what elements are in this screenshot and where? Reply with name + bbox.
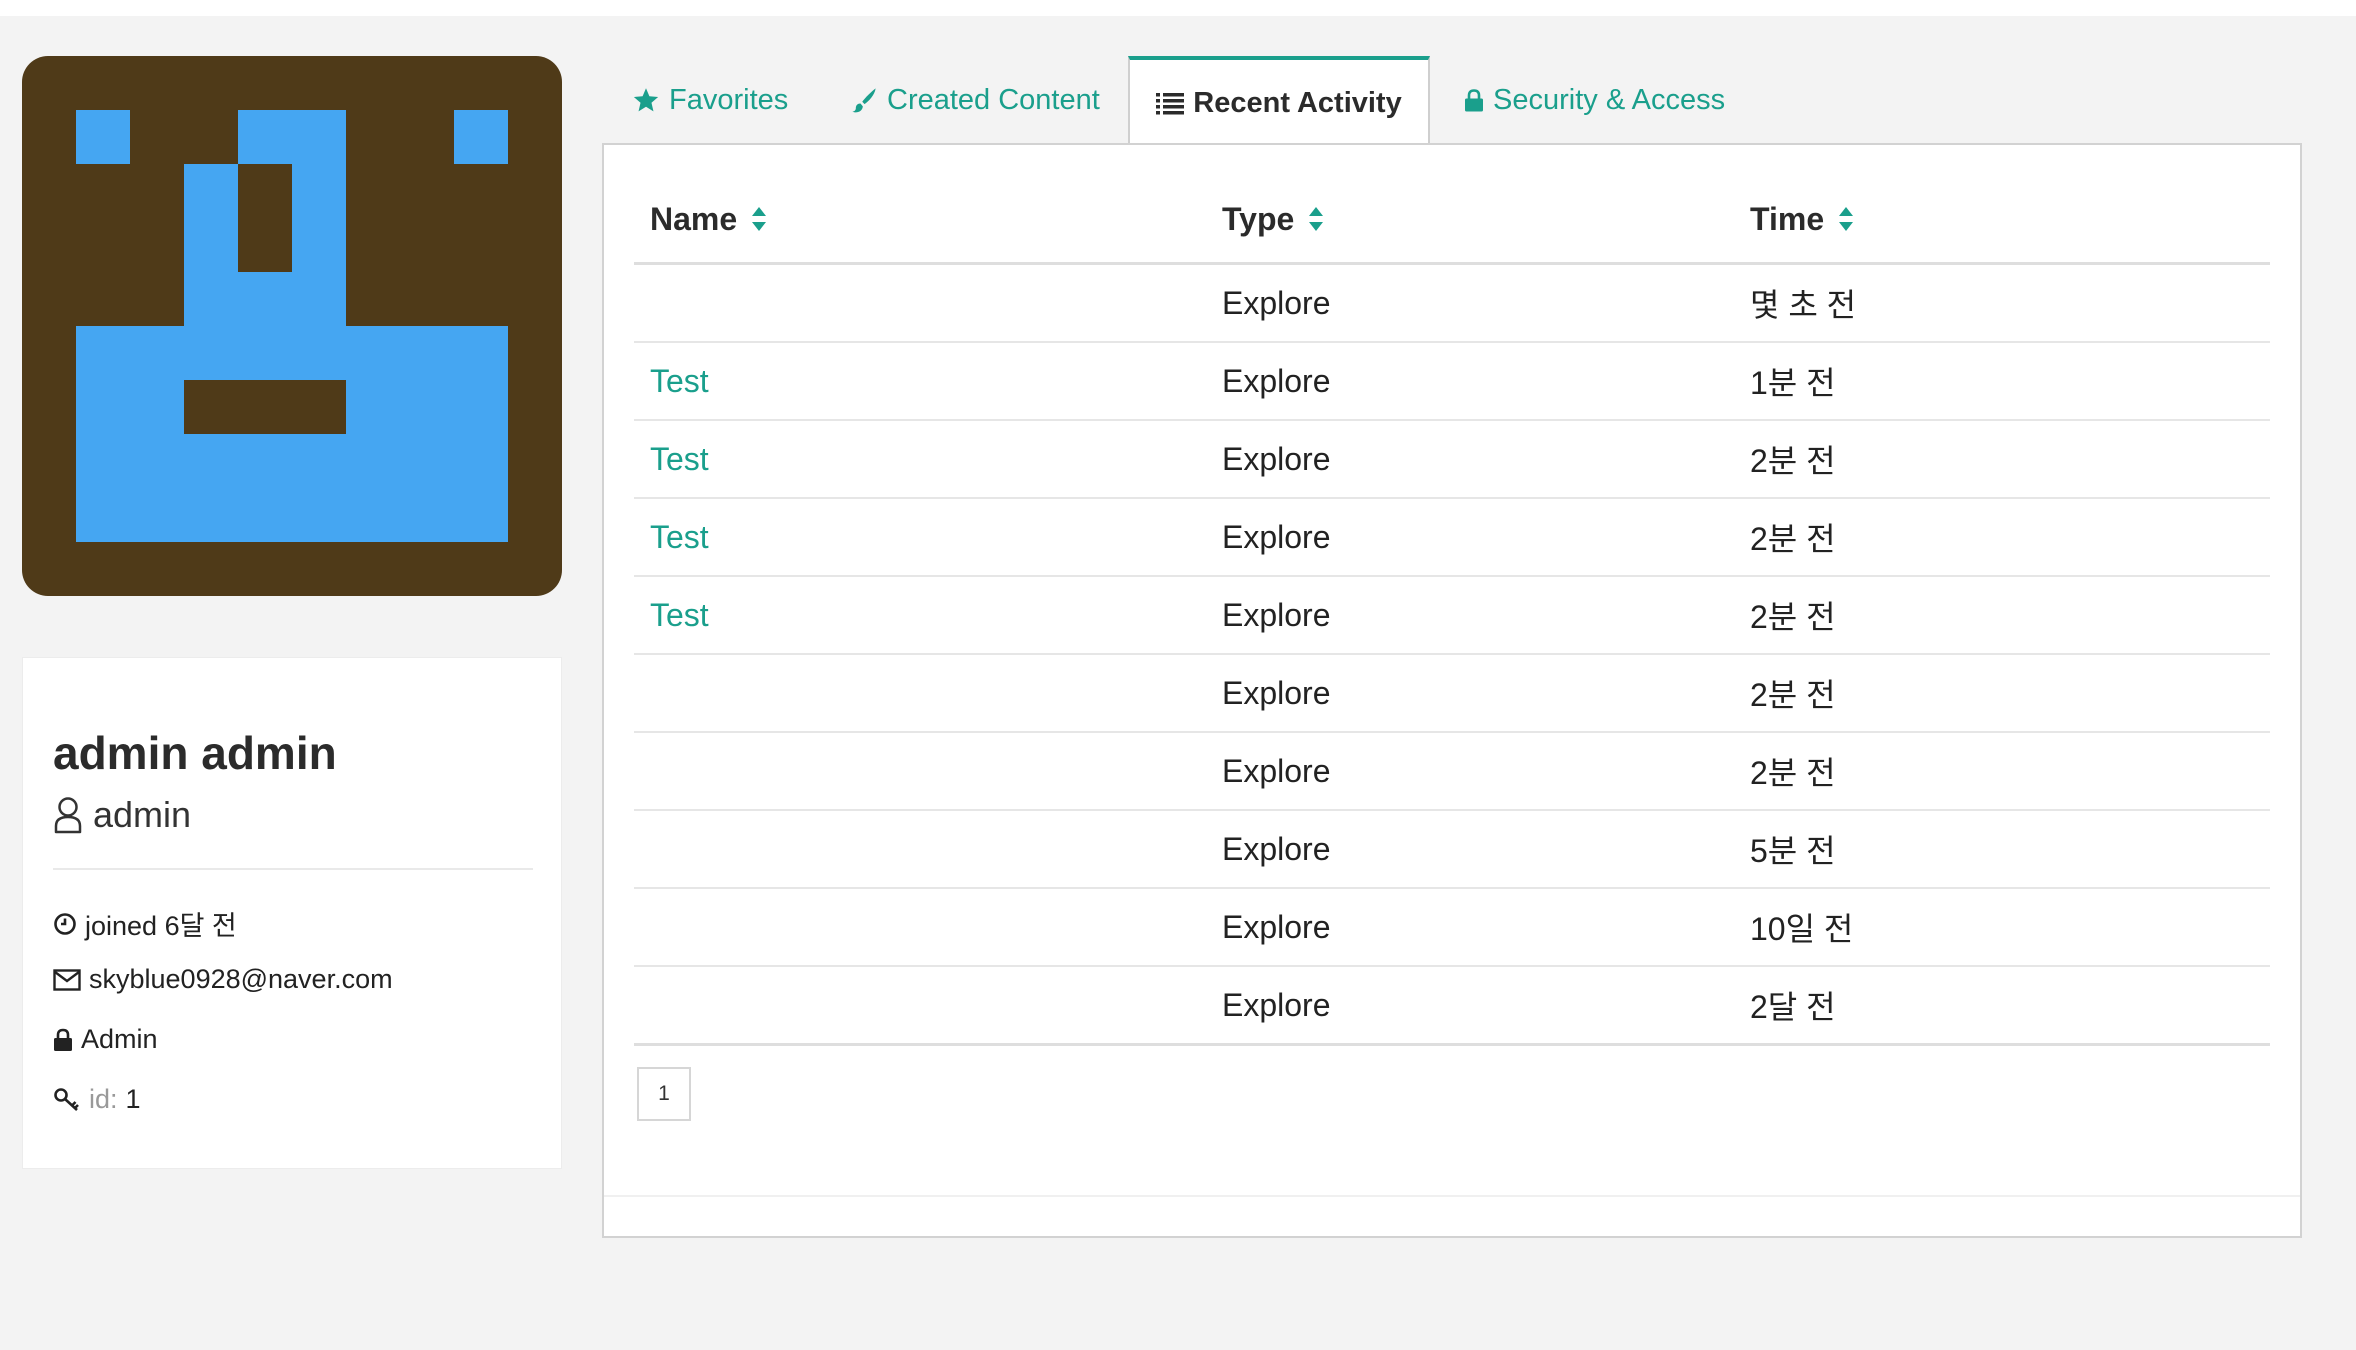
email-line: skyblue0928@naver.com	[53, 964, 393, 995]
id-value: 1	[125, 1084, 141, 1114]
activity-time: 10일 전	[1734, 888, 2270, 967]
star-icon	[633, 87, 659, 111]
activity-name-link[interactable]	[634, 654, 1206, 733]
activity-type: Explore	[1206, 342, 1734, 421]
activity-name-link[interactable]: Test	[634, 576, 1206, 655]
pagination-page-1[interactable]: 1	[637, 1067, 691, 1121]
id-label: id:	[89, 1084, 118, 1114]
activity-name-link[interactable]	[634, 888, 1206, 967]
activity-time: 1분 전	[1734, 342, 2270, 421]
joined-text: joined 6달 전	[85, 911, 237, 941]
tab-security-access[interactable]: Security & Access	[1464, 56, 1725, 144]
profile-username: admin	[53, 794, 191, 836]
column-header-time[interactable]: Time	[1734, 179, 2270, 265]
recent-activity-panel: Name Type Time Explore 몇 초 전 Test Explor…	[602, 143, 2302, 1238]
activity-name-link[interactable]	[634, 263, 1206, 343]
table-row: Test Explore 2분 전	[634, 420, 2270, 499]
profile-card: admin admin admin joined 6달 전 skyblue092…	[22, 657, 562, 1169]
tab-favorites[interactable]: Favorites	[632, 56, 788, 144]
activity-table: Name Type Time Explore 몇 초 전 Test Explor…	[634, 179, 2270, 1046]
table-row: Test Explore 1분 전	[634, 342, 2270, 421]
id-line: id: 1	[53, 1084, 141, 1115]
table-row: Explore 5분 전	[634, 810, 2270, 889]
activity-time: 5분 전	[1734, 810, 2270, 889]
table-row: Explore 2달 전	[634, 966, 2270, 1046]
activity-type: Explore	[1206, 263, 1734, 343]
activity-type: Explore	[1206, 420, 1734, 499]
activity-time: 2분 전	[1734, 576, 2270, 655]
activity-type: Explore	[1206, 888, 1734, 967]
table-row: Test Explore 2분 전	[634, 576, 2270, 655]
lock-icon	[1465, 88, 1483, 111]
tab-label: Security & Access	[1493, 83, 1726, 116]
table-row: Explore 10일 전	[634, 888, 2270, 967]
column-header-label: Name	[650, 200, 738, 237]
panel-footer-divider	[604, 1195, 2300, 1197]
profile-username-text: admin	[93, 794, 192, 835]
profile-name: admin admin	[53, 727, 337, 779]
table-header-row: Name Type Time	[634, 179, 2270, 265]
email-text: skyblue0928@naver.com	[89, 964, 393, 994]
clock-icon	[54, 912, 76, 935]
table-row: Explore 몇 초 전	[634, 263, 2270, 343]
list-icon	[1156, 93, 1185, 115]
activity-name-link[interactable]: Test	[634, 342, 1206, 421]
key-icon	[54, 1087, 79, 1111]
joined-line: joined 6달 전	[53, 904, 237, 943]
tab-recent-activity[interactable]: Recent Activity	[1128, 56, 1430, 146]
tab-label: Created Content	[887, 83, 1100, 116]
activity-type: Explore	[1206, 810, 1734, 889]
activity-type: Explore	[1206, 732, 1734, 811]
activity-name-link[interactable]	[634, 810, 1206, 889]
activity-type: Explore	[1206, 966, 1734, 1046]
activity-time: 2분 전	[1734, 654, 2270, 733]
table-row: Explore 2분 전	[634, 654, 2270, 733]
column-header-label: Type	[1222, 200, 1295, 237]
activity-name-link[interactable]	[634, 966, 1206, 1046]
top-bar	[0, 0, 2356, 16]
activity-time: 2분 전	[1734, 732, 2270, 811]
activity-time: 2달 전	[1734, 966, 2270, 1046]
role-line: Admin	[53, 1024, 158, 1055]
activity-name-link[interactable]	[634, 732, 1206, 811]
activity-type: Explore	[1206, 498, 1734, 577]
sort-icon	[1308, 203, 1324, 240]
activity-name-link[interactable]: Test	[634, 498, 1206, 577]
lock-icon	[54, 1028, 72, 1051]
brush-icon	[852, 88, 876, 113]
identicon-image	[76, 110, 508, 542]
avatar	[22, 56, 562, 596]
profile-divider	[53, 868, 533, 870]
activity-type: Explore	[1206, 576, 1734, 655]
tab-label: Favorites	[669, 83, 789, 116]
column-header-type[interactable]: Type	[1206, 179, 1734, 265]
column-header-label: Time	[1750, 200, 1825, 237]
activity-name-link[interactable]: Test	[634, 420, 1206, 499]
tab-label: Recent Activity	[1193, 86, 1402, 119]
sort-icon	[751, 203, 767, 240]
table-row: Explore 2분 전	[634, 732, 2270, 811]
activity-time: 2분 전	[1734, 420, 2270, 499]
column-header-name[interactable]: Name	[634, 179, 1206, 265]
activity-time: 2분 전	[1734, 498, 2270, 577]
role-text: Admin	[81, 1024, 158, 1054]
activity-time: 몇 초 전	[1734, 263, 2270, 343]
tab-created-content[interactable]: Created Content	[850, 56, 1100, 144]
user-icon	[54, 797, 82, 834]
envelope-icon	[53, 968, 81, 991]
sort-icon	[1838, 203, 1854, 240]
activity-type: Explore	[1206, 654, 1734, 733]
table-row: Test Explore 2분 전	[634, 498, 2270, 577]
